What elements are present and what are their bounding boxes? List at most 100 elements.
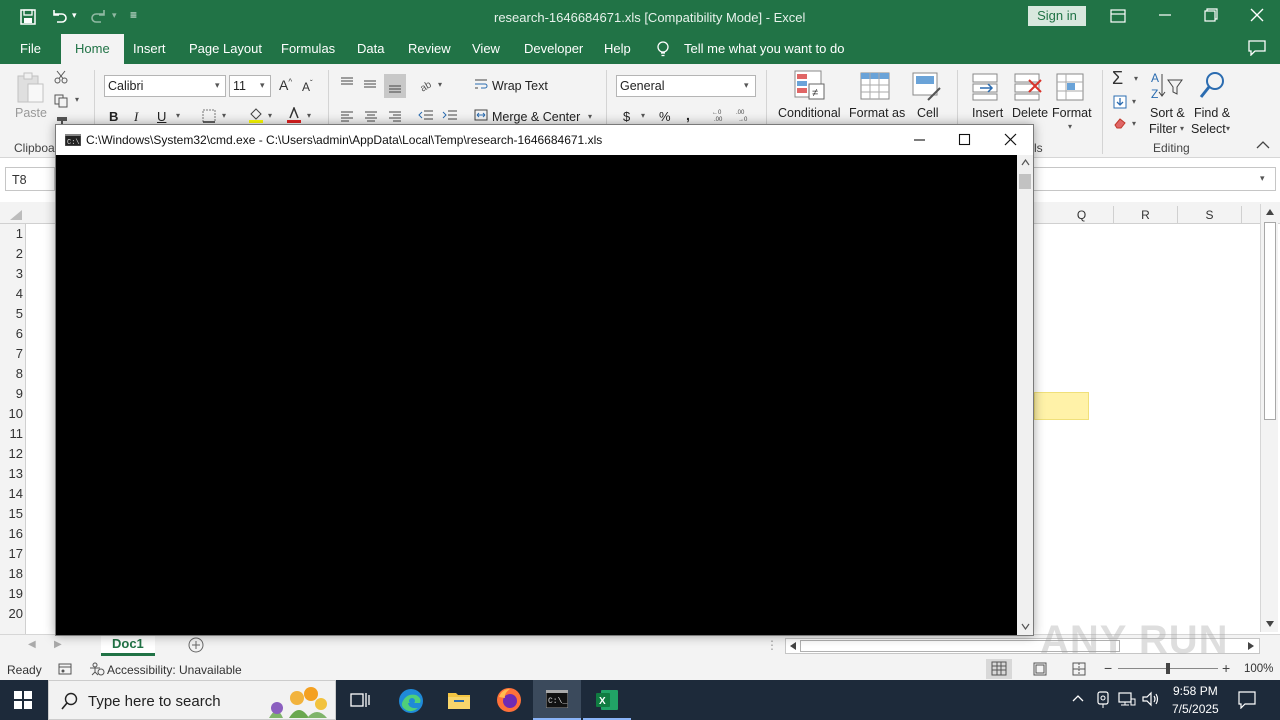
close-icon[interactable] — [1250, 8, 1264, 22]
decrease-indent-icon[interactable] — [418, 109, 434, 121]
customize-toolbar-icon[interactable]: ≡ — [130, 8, 137, 22]
percent-button[interactable]: % — [659, 109, 671, 124]
row-header[interactable]: 7 — [0, 344, 26, 364]
page-layout-view-icon[interactable] — [1033, 662, 1047, 676]
format-cells-button[interactable]: Format — [1052, 106, 1092, 120]
decrease-decimal-icon[interactable]: .00 →0 — [735, 108, 753, 122]
taskbar-search-box[interactable]: Type here to search — [48, 680, 336, 720]
align-bottom-icon[interactable] — [384, 74, 406, 98]
collapse-ribbon-icon[interactable] — [1256, 140, 1270, 150]
fill-dropdown-icon[interactable]: ▾ — [1132, 97, 1136, 106]
format-cells-icon[interactable] — [1056, 72, 1086, 102]
cell-styles-button[interactable]: Cell — [917, 106, 939, 120]
italic-button[interactable]: I — [134, 109, 138, 125]
font-color-dropdown-icon[interactable]: ▾ — [307, 111, 311, 120]
row-header[interactable]: 1 — [0, 224, 26, 244]
copy-icon[interactable] — [54, 94, 68, 108]
notifications-icon[interactable] — [1238, 691, 1256, 709]
row-header[interactable]: 11 — [0, 424, 26, 444]
row-header[interactable]: 8 — [0, 364, 26, 384]
align-right-icon[interactable] — [388, 110, 402, 122]
tab-data[interactable]: Data — [357, 41, 384, 56]
accessibility-icon[interactable] — [89, 662, 105, 676]
column-header-q[interactable]: Q — [1050, 206, 1114, 224]
row-header[interactable]: 2 — [0, 244, 26, 264]
vertical-scrollbar[interactable] — [1260, 204, 1278, 632]
undo-dropdown-icon[interactable]: ▾ — [72, 10, 77, 21]
cmd-scrollbar[interactable] — [1017, 155, 1033, 635]
merge-center-button[interactable]: Merge & Center — [492, 110, 580, 124]
font-size-select[interactable]: 11 ▾ — [229, 75, 271, 97]
show-hidden-icons-icon[interactable] — [1072, 694, 1084, 702]
sort-filter-label-1[interactable]: Sort & — [1150, 106, 1185, 120]
borders-dropdown-icon[interactable]: ▾ — [222, 111, 226, 120]
page-break-view-icon[interactable] — [1072, 662, 1086, 676]
row-header[interactable]: 20 — [0, 604, 26, 624]
split-handle-icon[interactable]: ⋮ — [766, 638, 778, 652]
network-icon[interactable] — [1118, 691, 1136, 707]
cmd-close-icon[interactable] — [1004, 133, 1018, 147]
align-center-icon[interactable] — [364, 110, 378, 122]
normal-view-icon[interactable] — [986, 659, 1012, 679]
expand-formula-bar-icon[interactable]: ▾ — [1260, 173, 1265, 184]
row-header[interactable]: 10 — [0, 404, 26, 424]
accessibility-status[interactable]: Accessibility: Unavailable — [107, 663, 242, 677]
align-top-icon[interactable] — [340, 76, 354, 88]
row-header[interactable]: 15 — [0, 504, 26, 524]
tab-view[interactable]: View — [472, 41, 500, 56]
sort-filter-label-2[interactable]: Filter — [1149, 122, 1177, 136]
fill-color-icon[interactable] — [248, 107, 264, 123]
sort-filter-dropdown-icon[interactable]: ▾ — [1180, 124, 1184, 133]
row-header[interactable]: 19 — [0, 584, 26, 604]
ribbon-display-icon[interactable] — [1110, 9, 1126, 23]
borders-icon[interactable] — [202, 109, 216, 123]
column-header-s[interactable]: S — [1178, 206, 1242, 224]
next-sheet-icon[interactable]: ▶ — [54, 639, 62, 650]
clock-date[interactable]: 7/5/2025 — [1172, 702, 1219, 716]
tab-file[interactable]: File — [20, 41, 41, 56]
delete-cells-button[interactable]: Delete — [1012, 106, 1048, 120]
cell-styles-icon[interactable] — [912, 72, 942, 102]
network-device-icon[interactable] — [1095, 691, 1111, 709]
comments-icon[interactable] — [1248, 40, 1266, 56]
font-color-icon[interactable] — [286, 107, 302, 123]
cmd-title-bar[interactable]: C:\ C:\Windows\System32\cmd.exe - C:\Use… — [56, 125, 1033, 155]
autosum-dropdown-icon[interactable]: ▾ — [1134, 74, 1138, 83]
currency-button[interactable]: $ — [623, 109, 630, 124]
row-header[interactable]: 12 — [0, 444, 26, 464]
sort-filter-icon[interactable]: AZ — [1150, 70, 1184, 102]
scroll-up-icon[interactable] — [1265, 208, 1275, 216]
sign-in-button[interactable]: Sign in — [1028, 6, 1086, 26]
find-select-icon[interactable] — [1198, 70, 1228, 102]
format-dropdown-icon[interactable]: ▾ — [1068, 122, 1072, 131]
increase-indent-icon[interactable] — [442, 109, 458, 121]
format-as-table-icon[interactable] — [860, 72, 890, 102]
tab-review[interactable]: Review — [408, 41, 451, 56]
taskbar-cmd-button[interactable]: C:\_ — [533, 680, 581, 720]
column-header-r[interactable]: R — [1114, 206, 1178, 224]
merge-center-icon[interactable] — [474, 109, 488, 121]
file-explorer-icon[interactable] — [447, 689, 471, 711]
minimize-icon[interactable] — [1158, 8, 1172, 22]
tell-me-search[interactable]: Tell me what you want to do — [684, 41, 844, 56]
align-middle-icon[interactable] — [363, 78, 377, 90]
orientation-dropdown-icon[interactable]: ▾ — [438, 80, 442, 89]
autosum-icon[interactable]: Σ — [1112, 68, 1123, 89]
tab-help[interactable]: Help — [604, 41, 631, 56]
tab-formulas[interactable]: Formulas — [281, 41, 335, 56]
find-select-dropdown-icon[interactable]: ▾ — [1226, 124, 1230, 133]
row-header[interactable]: 6 — [0, 324, 26, 344]
zoom-level[interactable]: 100% — [1244, 663, 1273, 675]
formula-input[interactable]: ▾ — [1033, 167, 1276, 191]
underline-dropdown-icon[interactable]: ▾ — [176, 111, 180, 120]
firefox-icon[interactable] — [496, 687, 522, 713]
taskbar-excel-button[interactable]: X — [583, 680, 631, 720]
save-icon[interactable] — [20, 9, 36, 25]
cmd-scroll-down-icon[interactable] — [1021, 623, 1030, 630]
scroll-left-icon[interactable] — [789, 641, 797, 651]
insert-cells-icon[interactable] — [972, 72, 1000, 102]
cut-icon[interactable] — [54, 70, 68, 84]
currency-dropdown-icon[interactable]: ▾ — [641, 111, 645, 120]
row-header[interactable]: 17 — [0, 544, 26, 564]
scroll-down-icon[interactable] — [1265, 620, 1275, 628]
